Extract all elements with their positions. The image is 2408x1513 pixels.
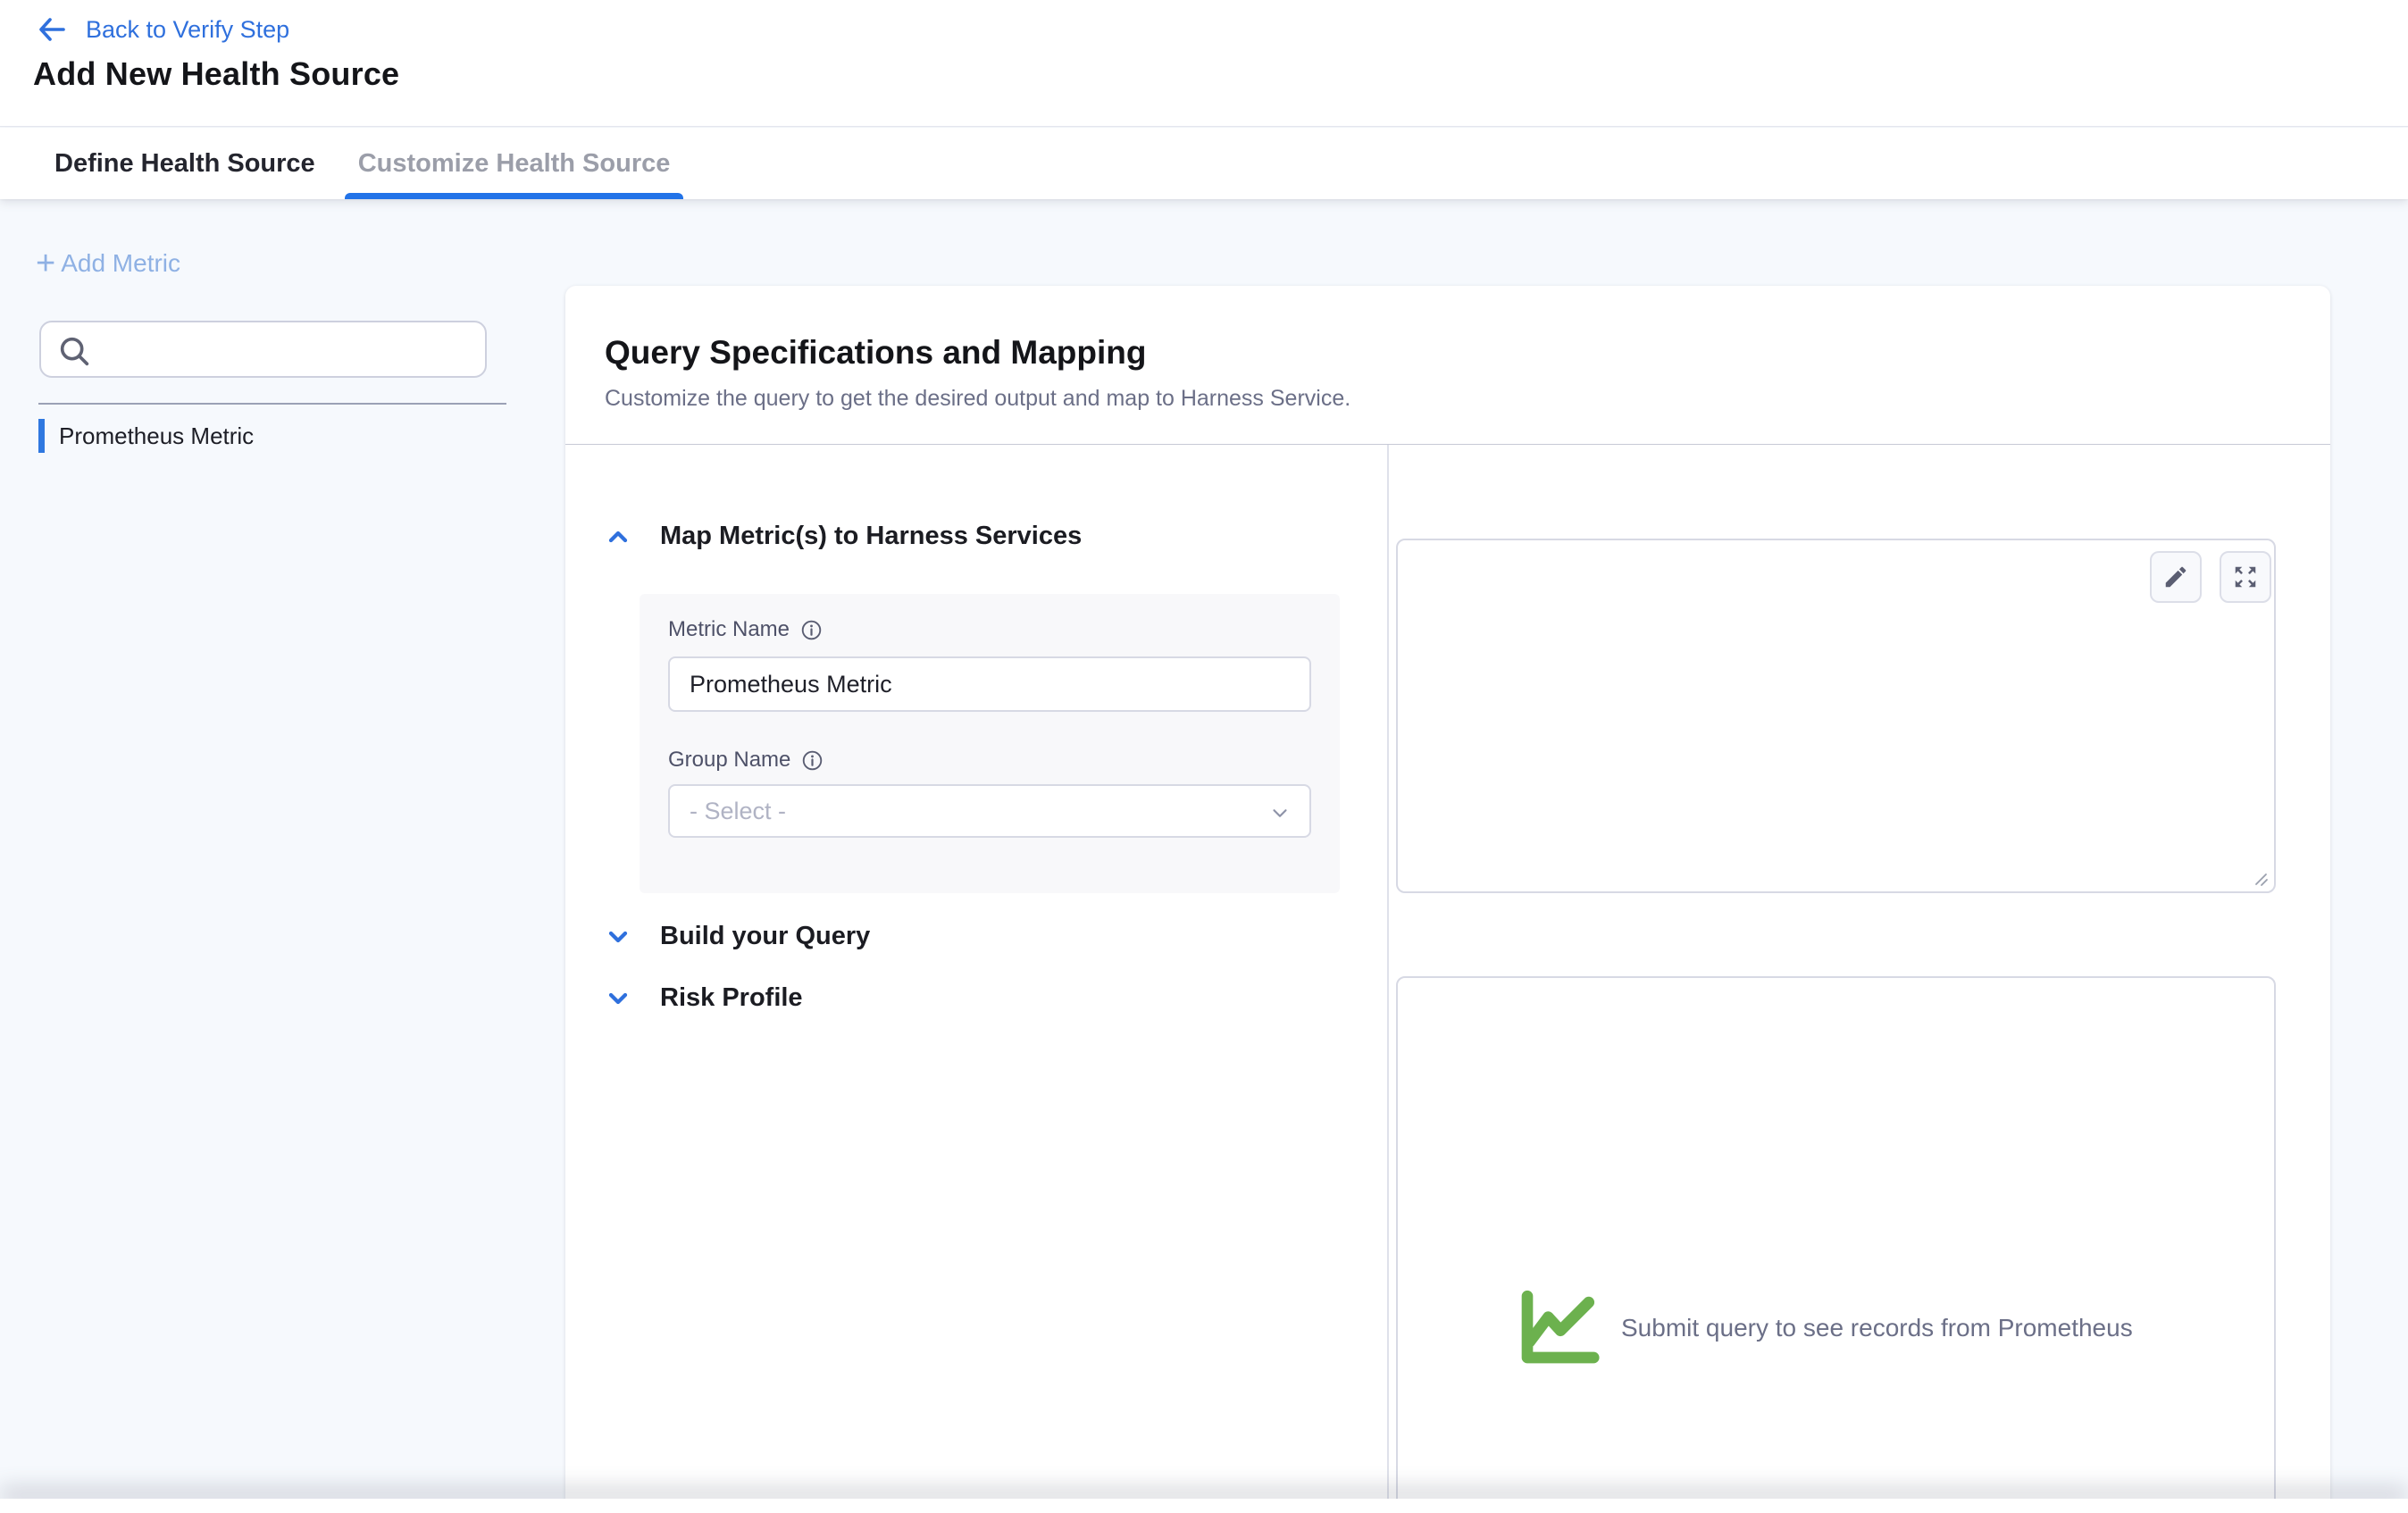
expand-query-button[interactable] [2220, 551, 2271, 603]
add-metric-button[interactable]: + Add Metric [36, 249, 180, 278]
add-metric-label: Add Metric [61, 249, 180, 278]
metric-name-label: Metric Name [668, 617, 790, 642]
query-editor-box [1396, 539, 2276, 893]
section-risk-profile-label: Risk Profile [660, 983, 803, 1013]
metric-item-label: Prometheus Metric [59, 422, 254, 450]
tab-define-label: Define Health Source [54, 149, 315, 179]
tab-define-health-source[interactable]: Define Health Source [41, 128, 329, 199]
card-header-divider [565, 444, 2330, 445]
line-chart-icon [1512, 1289, 1601, 1367]
sidebar-divider [38, 403, 506, 405]
chevron-down-icon [604, 984, 632, 1013]
chevron-down-icon [1268, 801, 1292, 824]
metric-name-label-row: Metric Name [668, 617, 823, 642]
pencil-icon [2162, 564, 2189, 590]
resize-handle[interactable] [2248, 866, 2270, 888]
query-textarea[interactable] [1398, 540, 2274, 891]
selected-indicator-bar [38, 419, 45, 453]
wizard-tabbar: Define Health Source Customize Health So… [0, 128, 2408, 199]
content-area: + Add Metric Prometheus Metric Query Spe… [0, 199, 2408, 1513]
section-map-metrics-header[interactable]: Map Metric(s) to Harness Services [604, 522, 1082, 551]
chevron-down-icon [604, 923, 632, 951]
group-name-label: Group Name [668, 748, 790, 773]
metric-search-input[interactable] [41, 322, 485, 376]
edit-query-button[interactable] [2150, 551, 2202, 603]
records-box: Submit query to see records from Prometh… [1396, 976, 2276, 1513]
records-empty-state: Submit query to see records from Prometh… [1512, 1289, 2133, 1367]
bottom-footer-bar [0, 1499, 2408, 1513]
columns-divider [1387, 445, 1389, 1513]
chevron-up-icon [604, 522, 632, 551]
back-arrow-icon [36, 15, 68, 44]
card-subtitle: Customize the query to get the desired o… [605, 386, 1350, 412]
plus-icon: + [36, 251, 55, 276]
app-root: Back to Verify Step Add New Health Sourc… [0, 0, 2408, 1513]
info-icon[interactable] [801, 749, 824, 772]
section-build-query-header[interactable]: Build your Query [604, 922, 870, 951]
group-name-label-row: Group Name [668, 748, 824, 773]
back-to-verify-step-link[interactable]: Back to Verify Step [36, 13, 289, 46]
back-link-label: Back to Verify Step [86, 16, 289, 44]
section-map-metrics-label: Map Metric(s) to Harness Services [660, 522, 1082, 551]
metric-list-item-prometheus[interactable]: Prometheus Metric [38, 419, 521, 453]
metric-search-box [39, 321, 487, 378]
group-name-select[interactable]: - Select - [668, 784, 1311, 838]
metric-name-input[interactable] [668, 656, 1311, 712]
tab-customize-label: Customize Health Source [358, 149, 671, 179]
map-metrics-form-panel: Metric Name Group Name [640, 594, 1340, 893]
metrics-sidebar: + Add Metric Prometheus Metric [0, 199, 565, 1513]
active-tab-underline [345, 193, 684, 199]
query-specifications-card: Query Specifications and Mapping Customi… [565, 286, 2330, 1513]
fullscreen-icon [2232, 564, 2259, 590]
card-title: Query Specifications and Mapping [605, 334, 1147, 372]
section-risk-profile-header[interactable]: Risk Profile [604, 983, 803, 1013]
tab-customize-health-source[interactable]: Customize Health Source [345, 128, 684, 199]
page-header: Back to Verify Step Add New Health Sourc… [0, 0, 2408, 127]
group-name-placeholder: - Select - [690, 798, 786, 825]
section-build-query-label: Build your Query [660, 922, 870, 951]
records-empty-message: Submit query to see records from Prometh… [1621, 1314, 2133, 1342]
info-icon[interactable] [800, 619, 823, 641]
page-title: Add New Health Source [33, 55, 399, 93]
